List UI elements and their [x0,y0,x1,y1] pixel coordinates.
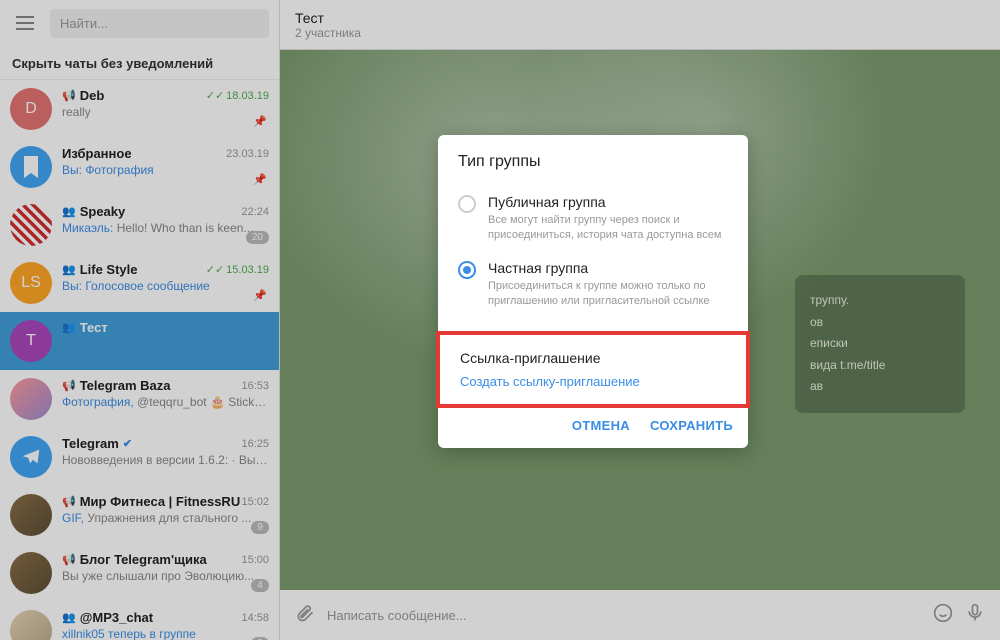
radio-label: Частная группа [488,260,728,276]
radio-desc: Присоединиться к группе можно только по … [488,279,728,310]
radio-public-group[interactable]: Публичная группа Все могут найти группу … [458,186,728,252]
invite-title: Ссылка-приглашение [460,350,726,366]
radio-icon-checked [458,261,476,279]
modal-title: Тип группы [438,135,748,176]
radio-group: Публичная группа Все могут найти группу … [438,176,748,333]
radio-desc: Все могут найти группу через поиск и при… [488,213,728,244]
invite-link-section: Ссылка-приглашение Создать ссылку-пригла… [436,331,750,408]
radio-private-group[interactable]: Частная группа Присоединиться к группе м… [458,252,728,318]
radio-label: Публичная группа [488,194,728,210]
cancel-button[interactable]: ОТМЕНА [572,418,630,433]
group-type-modal: Тип группы Публичная группа Все могут на… [438,135,748,448]
save-button[interactable]: СОХРАНИТЬ [650,418,733,433]
radio-icon [458,195,476,213]
modal-actions: ОТМЕНА СОХРАНИТЬ [438,406,748,448]
create-invite-link[interactable]: Создать ссылку-приглашение [460,374,726,389]
